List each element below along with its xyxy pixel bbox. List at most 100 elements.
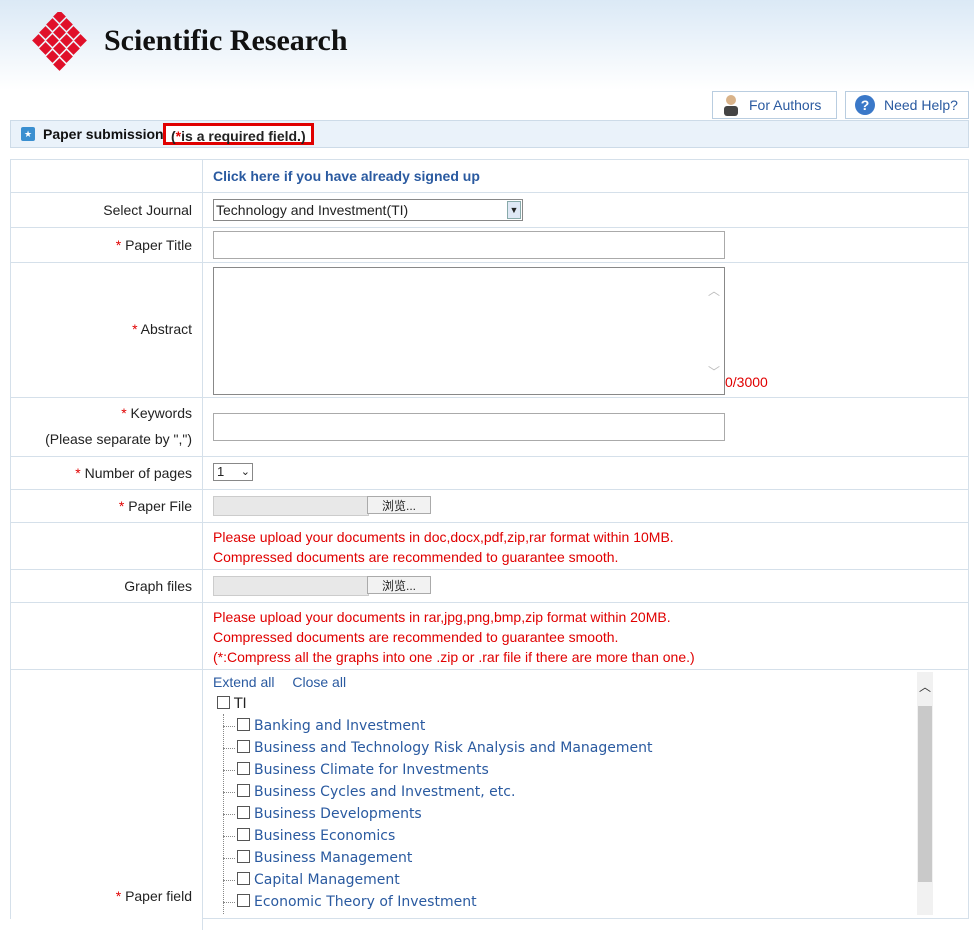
required-star: *: [118, 498, 125, 514]
checkbox[interactable]: [237, 718, 250, 731]
tree-item[interactable]: Business and Technology Risk Analysis an…: [223, 740, 652, 756]
paper-note-row: Please upload your documents in doc,docx…: [11, 523, 968, 570]
paper-field-row: * Paper field Extend all Close all TI Ba…: [11, 670, 968, 930]
checkbox[interactable]: [237, 894, 250, 907]
tree-item[interactable]: Economic Theory of Investment: [223, 894, 477, 910]
checkbox[interactable]: [217, 696, 230, 709]
signup-link[interactable]: Click here if you have already signed up: [213, 168, 480, 184]
tree-item-label: Business Cycles and Investment, etc.: [254, 784, 516, 800]
tree-item-label: Business Climate for Investments: [254, 762, 489, 778]
scroll-thumb[interactable]: [918, 706, 932, 882]
journal-label: Select Journal: [103, 202, 192, 218]
keywords-label: Keywords: [130, 405, 192, 421]
graph-file-browse-button[interactable]: 浏览...: [367, 576, 431, 594]
graph-file-row: Graph files 浏览...: [11, 570, 968, 603]
graph-files-label: Graph files: [124, 578, 192, 594]
tree-item[interactable]: Business Management: [223, 850, 412, 866]
required-field-note: (*is a required field.): [163, 123, 314, 145]
signup-row: Click here if you have already signed up: [11, 160, 968, 193]
checkbox[interactable]: [237, 740, 250, 753]
paper-note-line: Please upload your documents in doc,docx…: [213, 529, 674, 545]
section-bar: ★ Paper submission (*is a required field…: [10, 120, 969, 148]
paper-field-label: Paper field: [125, 888, 192, 904]
graph-file-picker[interactable]: 浏览...: [213, 576, 433, 596]
abstract-label: Abstract: [140, 321, 192, 337]
checkbox[interactable]: [237, 784, 250, 797]
paper-file-label: Paper File: [128, 498, 192, 514]
pages-label: Number of pages: [84, 465, 192, 481]
checkbox[interactable]: [237, 828, 250, 841]
tree-item[interactable]: Business Economics: [223, 828, 395, 844]
tree-item[interactable]: Business Climate for Investments: [223, 762, 489, 778]
for-authors-button[interactable]: For Authors: [712, 91, 837, 119]
scroll-up-icon[interactable]: ︿: [708, 282, 720, 299]
journal-select-value: Technology and Investment(TI): [216, 202, 409, 218]
paper-title-input[interactable]: [213, 231, 725, 259]
graph-file-note: Please upload your documents in rar,jpg,…: [213, 607, 695, 667]
tree-root[interactable]: TI: [217, 696, 247, 712]
tree-item[interactable]: Banking and Investment: [223, 718, 425, 734]
abstract-counter: 0/3000: [725, 374, 768, 390]
paper-file-picker[interactable]: 浏览...: [213, 496, 433, 516]
tree-controls: Extend all Close all: [213, 674, 360, 690]
paper-note-line: Compressed documents are recommended to …: [213, 549, 619, 565]
close-all-link[interactable]: Close all: [292, 674, 346, 690]
tree-item[interactable]: Capital Management: [223, 872, 400, 888]
paper-title-label: Paper Title: [125, 237, 192, 253]
chevron-down-icon[interactable]: ⌄: [241, 464, 250, 480]
diamond-grid-logo-icon: [32, 12, 87, 71]
tree-item[interactable]: Business Cycles and Investment, etc.: [223, 784, 515, 800]
site-header: Scientific Research: [0, 0, 974, 90]
required-star: *: [121, 405, 127, 421]
title-row: * Paper Title: [11, 228, 968, 263]
checkbox[interactable]: [237, 762, 250, 775]
site-title[interactable]: Scientific Research: [104, 24, 348, 58]
required-note-text: is a required field.): [181, 128, 306, 144]
abstract-row: * Abstract ︿ ﹀ 0/3000: [11, 263, 968, 398]
checkbox[interactable]: [237, 806, 250, 819]
tree-item-label: Business Economics: [254, 828, 396, 844]
required-star: *: [115, 888, 122, 904]
paper-file-path[interactable]: [213, 496, 369, 516]
pages-select[interactable]: 1 ⌄: [213, 463, 253, 481]
tree-scrollbar[interactable]: ︿: [917, 672, 933, 915]
section-title: Paper submission: [43, 126, 164, 142]
tree-item[interactable]: Business Developments: [223, 806, 422, 822]
tree-item-label: Business Management: [254, 850, 413, 866]
svg-text:?: ?: [861, 97, 870, 113]
tree-root-label: TI: [234, 696, 247, 712]
checkbox[interactable]: [237, 872, 250, 885]
required-star: *: [75, 465, 81, 481]
graph-note-row: Please upload your documents in rar,jpg,…: [11, 603, 968, 670]
abstract-textarea[interactable]: ︿ ﹀: [213, 267, 725, 395]
paper-file-note: Please upload your documents in doc,docx…: [213, 527, 674, 567]
need-help-label: Need Help?: [884, 97, 958, 113]
pages-select-value: 1: [217, 464, 225, 479]
tree-item-label: Economic Theory of Investment: [254, 894, 477, 910]
journal-row: Select Journal Technology and Investment…: [11, 193, 968, 228]
graph-note-line: (*:Compress all the graphs into one .zip…: [213, 649, 695, 665]
need-help-button[interactable]: ? Need Help?: [845, 91, 969, 119]
tree-item-label: Business Developments: [254, 806, 422, 822]
scroll-down-icon[interactable]: ﹀: [708, 363, 720, 380]
tree-item-label: Banking and Investment: [254, 718, 426, 734]
submission-form: Click here if you have already signed up…: [10, 159, 969, 930]
extend-all-link[interactable]: Extend all: [213, 674, 274, 690]
checkbox[interactable]: [237, 850, 250, 863]
scroll-up-icon[interactable]: ︿: [917, 672, 933, 702]
paper-file-row: * Paper File 浏览...: [11, 490, 968, 523]
graph-note-line: Please upload your documents in rar,jpg,…: [213, 609, 671, 625]
chevron-down-icon[interactable]: ▼: [507, 201, 521, 219]
tree-item-label: Business and Technology Risk Analysis an…: [254, 740, 653, 756]
star-icon: ★: [21, 127, 35, 141]
graph-file-path[interactable]: [213, 576, 369, 596]
author-icon: [724, 95, 738, 116]
paper-file-browse-button[interactable]: 浏览...: [367, 496, 431, 514]
keywords-input[interactable]: [213, 413, 725, 441]
keywords-row: * Keywords (Please separate by ","): [11, 398, 968, 457]
journal-select[interactable]: Technology and Investment(TI) ▼: [213, 199, 523, 221]
for-authors-label: For Authors: [749, 97, 822, 113]
pages-row: * Number of pages 1 ⌄: [11, 457, 968, 490]
tree-item-label: Capital Management: [254, 872, 400, 888]
required-star: *: [132, 321, 138, 337]
